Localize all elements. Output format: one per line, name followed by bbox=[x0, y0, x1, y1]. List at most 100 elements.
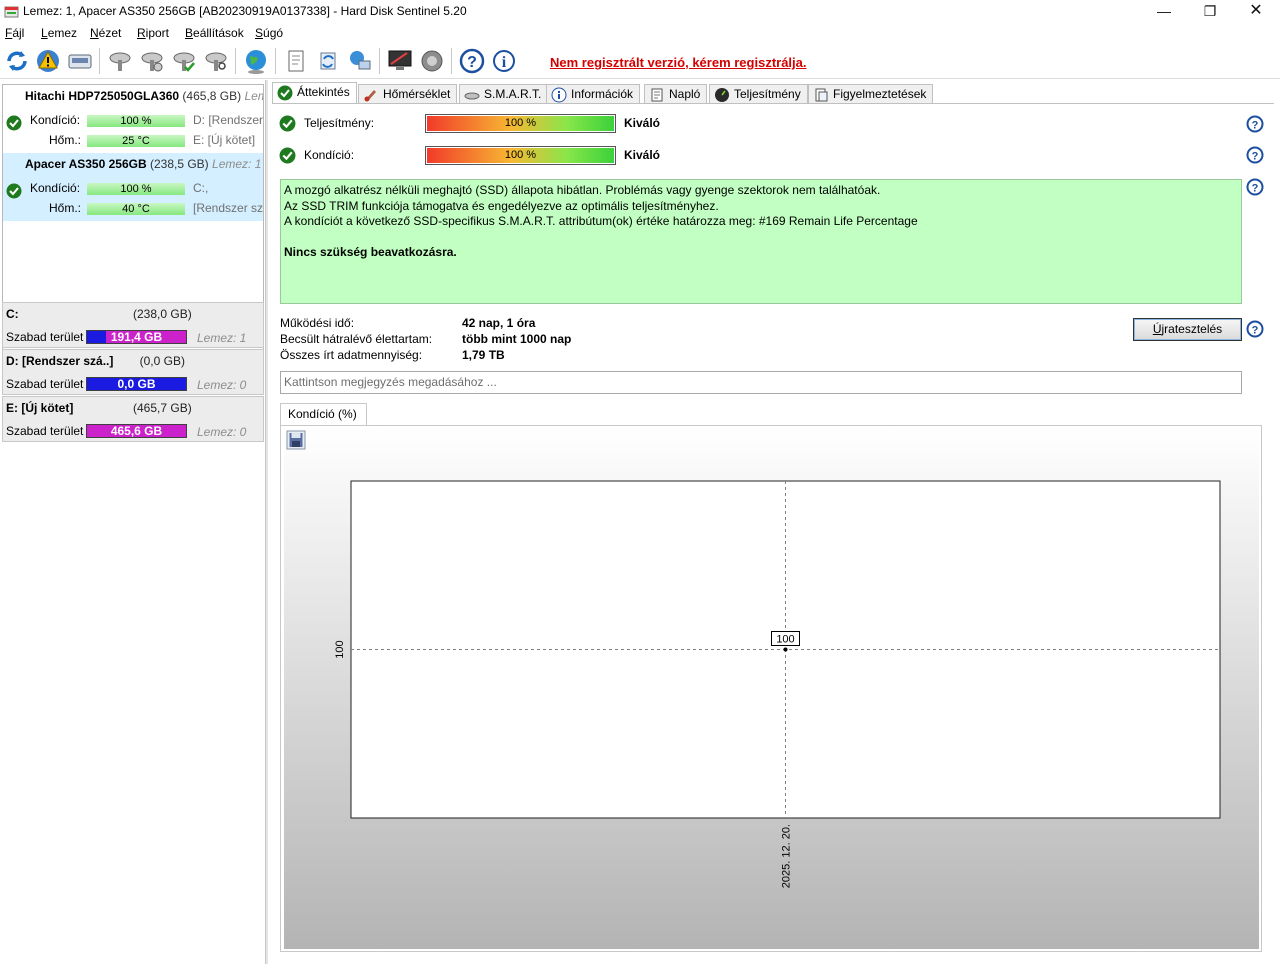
condition-label: Kondíció: bbox=[30, 113, 81, 127]
performance-label: Teljesítmény: bbox=[304, 116, 375, 130]
sync-icon[interactable] bbox=[313, 46, 343, 76]
check-icon bbox=[6, 183, 22, 199]
retest-button[interactable]: Újratesztelés bbox=[1133, 318, 1242, 341]
free-space-bar: 191,4 GB bbox=[86, 330, 187, 344]
disk-settings-icon[interactable] bbox=[105, 46, 135, 76]
temperature-label: Hőm.: bbox=[49, 201, 82, 215]
log-icon bbox=[651, 88, 663, 102]
free-space-label: Szabad terület bbox=[6, 377, 84, 391]
disk-search-icon[interactable] bbox=[201, 46, 231, 76]
toolbar-separator bbox=[99, 48, 100, 74]
tab-label: S.M.A.R.T. bbox=[484, 87, 542, 101]
disk-name: Apacer AS350 256GB (238,5 GB) Lemez: 1 bbox=[25, 157, 262, 171]
data-point bbox=[783, 647, 788, 652]
report-icon[interactable] bbox=[281, 46, 311, 76]
check-icon bbox=[6, 115, 22, 131]
registration-link[interactable]: Nem regisztrált verzió, kérem regisztrál… bbox=[550, 55, 807, 70]
check-icon bbox=[277, 85, 293, 101]
menu-help[interactable]: Súgó bbox=[255, 26, 283, 40]
window-title: Lemez: 1, Apacer AS350 256GB [AB20230919… bbox=[23, 4, 467, 18]
tab-warnings[interactable]: Figyelmeztetések bbox=[808, 84, 934, 104]
tab-smart[interactable]: S.M.A.R.T. bbox=[459, 84, 549, 104]
warnings-icon bbox=[815, 88, 828, 102]
disk-info-icon[interactable] bbox=[65, 46, 95, 76]
left-pane: Hitachi HDP725050GLA360 (465,8 GB) Leme … bbox=[0, 80, 268, 964]
free-space-value: 191,4 GB bbox=[110, 330, 163, 344]
volume-name: D: [Rendszer szá..] bbox=[6, 354, 114, 368]
alert-icon[interactable] bbox=[33, 46, 63, 76]
volume-list: C: (238,0 GB) Szabad terület 191,4 GB Le… bbox=[2, 302, 264, 442]
condition-bar: 100 % bbox=[87, 115, 185, 127]
tab-temperature[interactable]: Hőmérséklet bbox=[358, 84, 458, 104]
save-icon[interactable] bbox=[286, 430, 306, 450]
svg-text:?: ? bbox=[1252, 151, 1259, 163]
volume-name: C: bbox=[6, 307, 19, 321]
app-icon bbox=[4, 6, 19, 18]
free-space-bar: 0,0 GB bbox=[86, 377, 187, 391]
toolbar: ? i Nem regisztrált verzió, kérem regisz… bbox=[0, 43, 1280, 79]
description-line: A mozgó alkatrész nélküli meghajtó (SSD)… bbox=[284, 183, 881, 197]
health-label: Kondíció: bbox=[304, 148, 355, 162]
check-icon bbox=[279, 147, 296, 164]
tab-information[interactable]: Információk bbox=[546, 84, 641, 104]
menu-disk[interactable]: Lemez bbox=[41, 26, 77, 40]
disk-check-icon[interactable] bbox=[169, 46, 199, 76]
help-icon[interactable]: ? bbox=[457, 46, 487, 76]
disk-item-apacer[interactable]: Apacer AS350 256GB (238,5 GB) Lemez: 1 K… bbox=[3, 153, 263, 221]
check-icon bbox=[279, 115, 296, 132]
tab-performance[interactable]: Teljesítmény bbox=[709, 84, 808, 104]
info-icon[interactable]: i bbox=[489, 46, 519, 76]
written-value: 1,79 TB bbox=[462, 348, 505, 362]
maximize-button[interactable]: ❐ bbox=[1187, 0, 1233, 23]
note-input[interactable]: Kattintson megjegyzés megadásához ... bbox=[280, 371, 1242, 394]
help-icon[interactable]: ? bbox=[1246, 320, 1264, 338]
menu-report[interactable]: Riport bbox=[137, 26, 169, 40]
toolbar-separator bbox=[235, 48, 236, 74]
volume-item-c[interactable]: C: (238,0 GB) Szabad terület 191,4 GB Le… bbox=[2, 302, 264, 348]
written-label: Összes írt adatmennyiség: bbox=[280, 348, 423, 362]
menu-file[interactable]: Fájl bbox=[5, 26, 24, 40]
tab-label: Áttekintés bbox=[297, 85, 350, 99]
tab-divider bbox=[272, 103, 1274, 104]
globe-icon[interactable] bbox=[241, 46, 271, 76]
volume-disk: Lemez: 0 bbox=[197, 425, 247, 439]
volume-item-d[interactable]: D: [Rendszer szá..] (0,0 GB) Szabad terü… bbox=[2, 349, 264, 395]
speaker-icon[interactable] bbox=[417, 46, 447, 76]
help-icon[interactable]: ? bbox=[1246, 146, 1264, 164]
health-rating: Kiváló bbox=[624, 148, 661, 162]
help-icon[interactable]: ? bbox=[1246, 115, 1264, 133]
menu-view[interactable]: Nézet bbox=[90, 26, 121, 40]
volume-size: (238,0 GB) bbox=[133, 307, 192, 321]
x-tick-label: 2025. 12. 20. bbox=[781, 824, 793, 888]
tab-overview[interactable]: Áttekintés bbox=[272, 82, 357, 104]
refresh-icon[interactable] bbox=[2, 46, 32, 76]
svg-text:?: ? bbox=[1252, 183, 1259, 195]
lifetime-value: több mint 1000 nap bbox=[462, 332, 572, 346]
disk-volumes: E: [Új kötet] bbox=[193, 133, 256, 147]
volume-item-e[interactable]: E: [Új kötet] (465,7 GB) Szabad terület … bbox=[2, 396, 264, 442]
chart-tab-condition[interactable]: Kondíció (%) bbox=[280, 403, 367, 426]
free-space-label: Szabad terület bbox=[6, 330, 84, 344]
svg-text:?: ? bbox=[1252, 325, 1259, 337]
temperature-label: Hőm.: bbox=[49, 133, 82, 147]
svg-text:?: ? bbox=[1252, 120, 1259, 132]
action-recommendation: Nincs szükség beavatkozásra. bbox=[284, 244, 457, 259]
title-bar: Lemez: 1, Apacer AS350 256GB [AB20230919… bbox=[0, 0, 1280, 23]
condition-label: Kondíció: bbox=[30, 181, 81, 195]
minimize-button[interactable]: — bbox=[1141, 0, 1187, 23]
monitor-icon[interactable] bbox=[385, 46, 415, 76]
svg-text:?: ? bbox=[467, 54, 477, 71]
help-icon[interactable]: ? bbox=[1246, 178, 1264, 196]
network-icon[interactable] bbox=[345, 46, 375, 76]
disk-test-icon[interactable] bbox=[137, 46, 167, 76]
menu-settings[interactable]: Beállítások bbox=[185, 26, 244, 40]
tab-bar: Áttekintés Hőmérséklet S.M.A.R.T. Inform… bbox=[272, 82, 1280, 104]
performance-bar: 100 % bbox=[425, 114, 616, 133]
free-space-label: Szabad terület bbox=[6, 424, 84, 438]
tab-log[interactable]: Napló bbox=[644, 84, 708, 104]
condition-bar: 100 % bbox=[87, 183, 185, 195]
temperature-bar: 25 °C bbox=[87, 135, 185, 147]
pane-splitter[interactable] bbox=[265, 80, 268, 964]
disk-item-hitachi[interactable]: Hitachi HDP725050GLA360 (465,8 GB) Leme … bbox=[3, 85, 263, 149]
close-button[interactable]: ✕ bbox=[1233, 0, 1279, 23]
